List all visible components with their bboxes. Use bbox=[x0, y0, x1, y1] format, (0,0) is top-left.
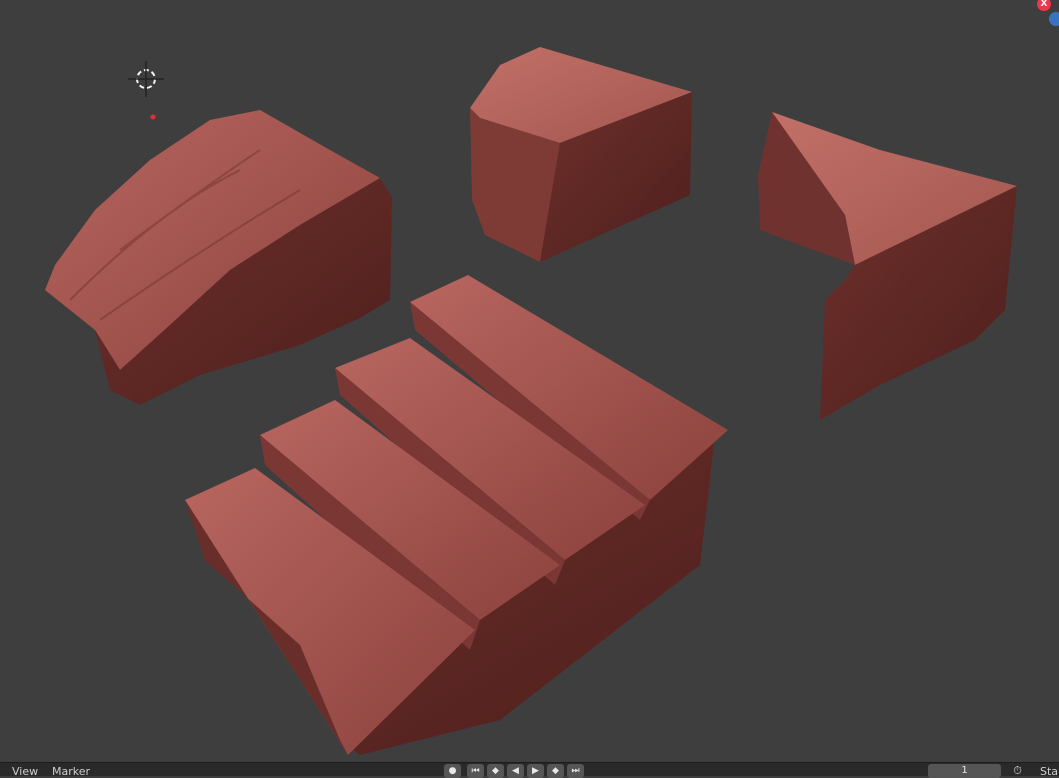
3d-viewport[interactable]: X bbox=[0, 0, 1059, 762]
play-icon[interactable]: ▶ bbox=[527, 764, 544, 778]
jump-key-forward-icon[interactable]: ◆ bbox=[547, 764, 564, 778]
navigation-gizmo[interactable]: X bbox=[1019, 0, 1059, 40]
jump-start-icon[interactable]: ⏮ bbox=[467, 764, 484, 778]
play-reverse-icon[interactable]: ◀ bbox=[507, 764, 524, 778]
3d-cursor bbox=[128, 61, 164, 120]
scene-render bbox=[45, 47, 1017, 755]
view-menu[interactable]: View bbox=[12, 765, 38, 778]
record-icon[interactable]: ● bbox=[444, 764, 461, 778]
jump-key-back-icon[interactable]: ◆ bbox=[487, 764, 504, 778]
gizmo-y-axis[interactable] bbox=[1049, 12, 1059, 26]
clock-icon[interactable]: ⏱ bbox=[1010, 764, 1025, 778]
rock-wedge-block[interactable] bbox=[758, 112, 1017, 420]
gizmo-x-axis[interactable]: X bbox=[1037, 0, 1051, 11]
timeline-bar: View Marker ● ⏮ ◆ ◀ ▶ ◆ ⏭ 1 ⏱ Sta bbox=[0, 762, 1059, 778]
marker-menu[interactable]: Marker bbox=[52, 765, 90, 778]
jump-end-icon[interactable]: ⏭ bbox=[567, 764, 584, 778]
curved-rock-block[interactable] bbox=[45, 110, 392, 405]
current-frame-field[interactable]: 1 bbox=[928, 764, 1001, 778]
rock-cube-block[interactable] bbox=[470, 47, 692, 262]
start-frame-label: Sta bbox=[1040, 765, 1059, 778]
